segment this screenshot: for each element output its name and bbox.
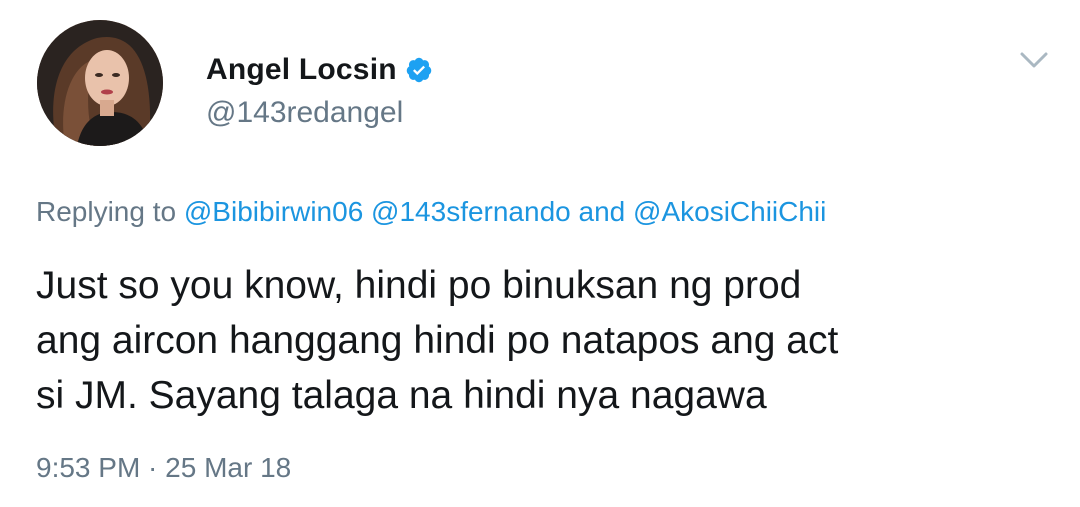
display-name[interactable]: Angel Locsin [206, 53, 397, 87]
chevron-down-icon[interactable] [1016, 46, 1052, 74]
tweet-text-line: Just so you know, hindi po binuksan ng p… [36, 264, 802, 307]
replying-to-label: Replying to [36, 196, 177, 227]
mention-link[interactable]: @143sfernando [371, 196, 571, 227]
tweet-card: Angel Locsin @143redangel Replying to @B… [0, 0, 1080, 507]
mention-link[interactable]: @AkosiChiiChii [633, 196, 826, 227]
replying-to-connector: and [578, 196, 626, 227]
avatar[interactable] [37, 20, 163, 146]
avatar-photo [37, 20, 163, 146]
author-name-row: Angel Locsin [206, 48, 433, 92]
tweet-text-line: ang aircon hanggang hindi po natapos ang… [36, 319, 839, 362]
author-handle[interactable]: @143redangel [206, 96, 403, 130]
tweet-text: Just so you know, hindi po binuksan ng p… [36, 258, 1046, 423]
tweet-timestamp[interactable]: 9:53 PM · 25 Mar 18 [36, 452, 291, 484]
verified-badge-icon [406, 57, 431, 83]
replying-to: Replying to @Bibibirwin06 @143sfernando … [36, 196, 826, 228]
mention-link[interactable]: @Bibibirwin06 [184, 196, 363, 227]
tweet-text-line: si JM. Sayang talaga na hindi nya nagawa [36, 374, 767, 417]
